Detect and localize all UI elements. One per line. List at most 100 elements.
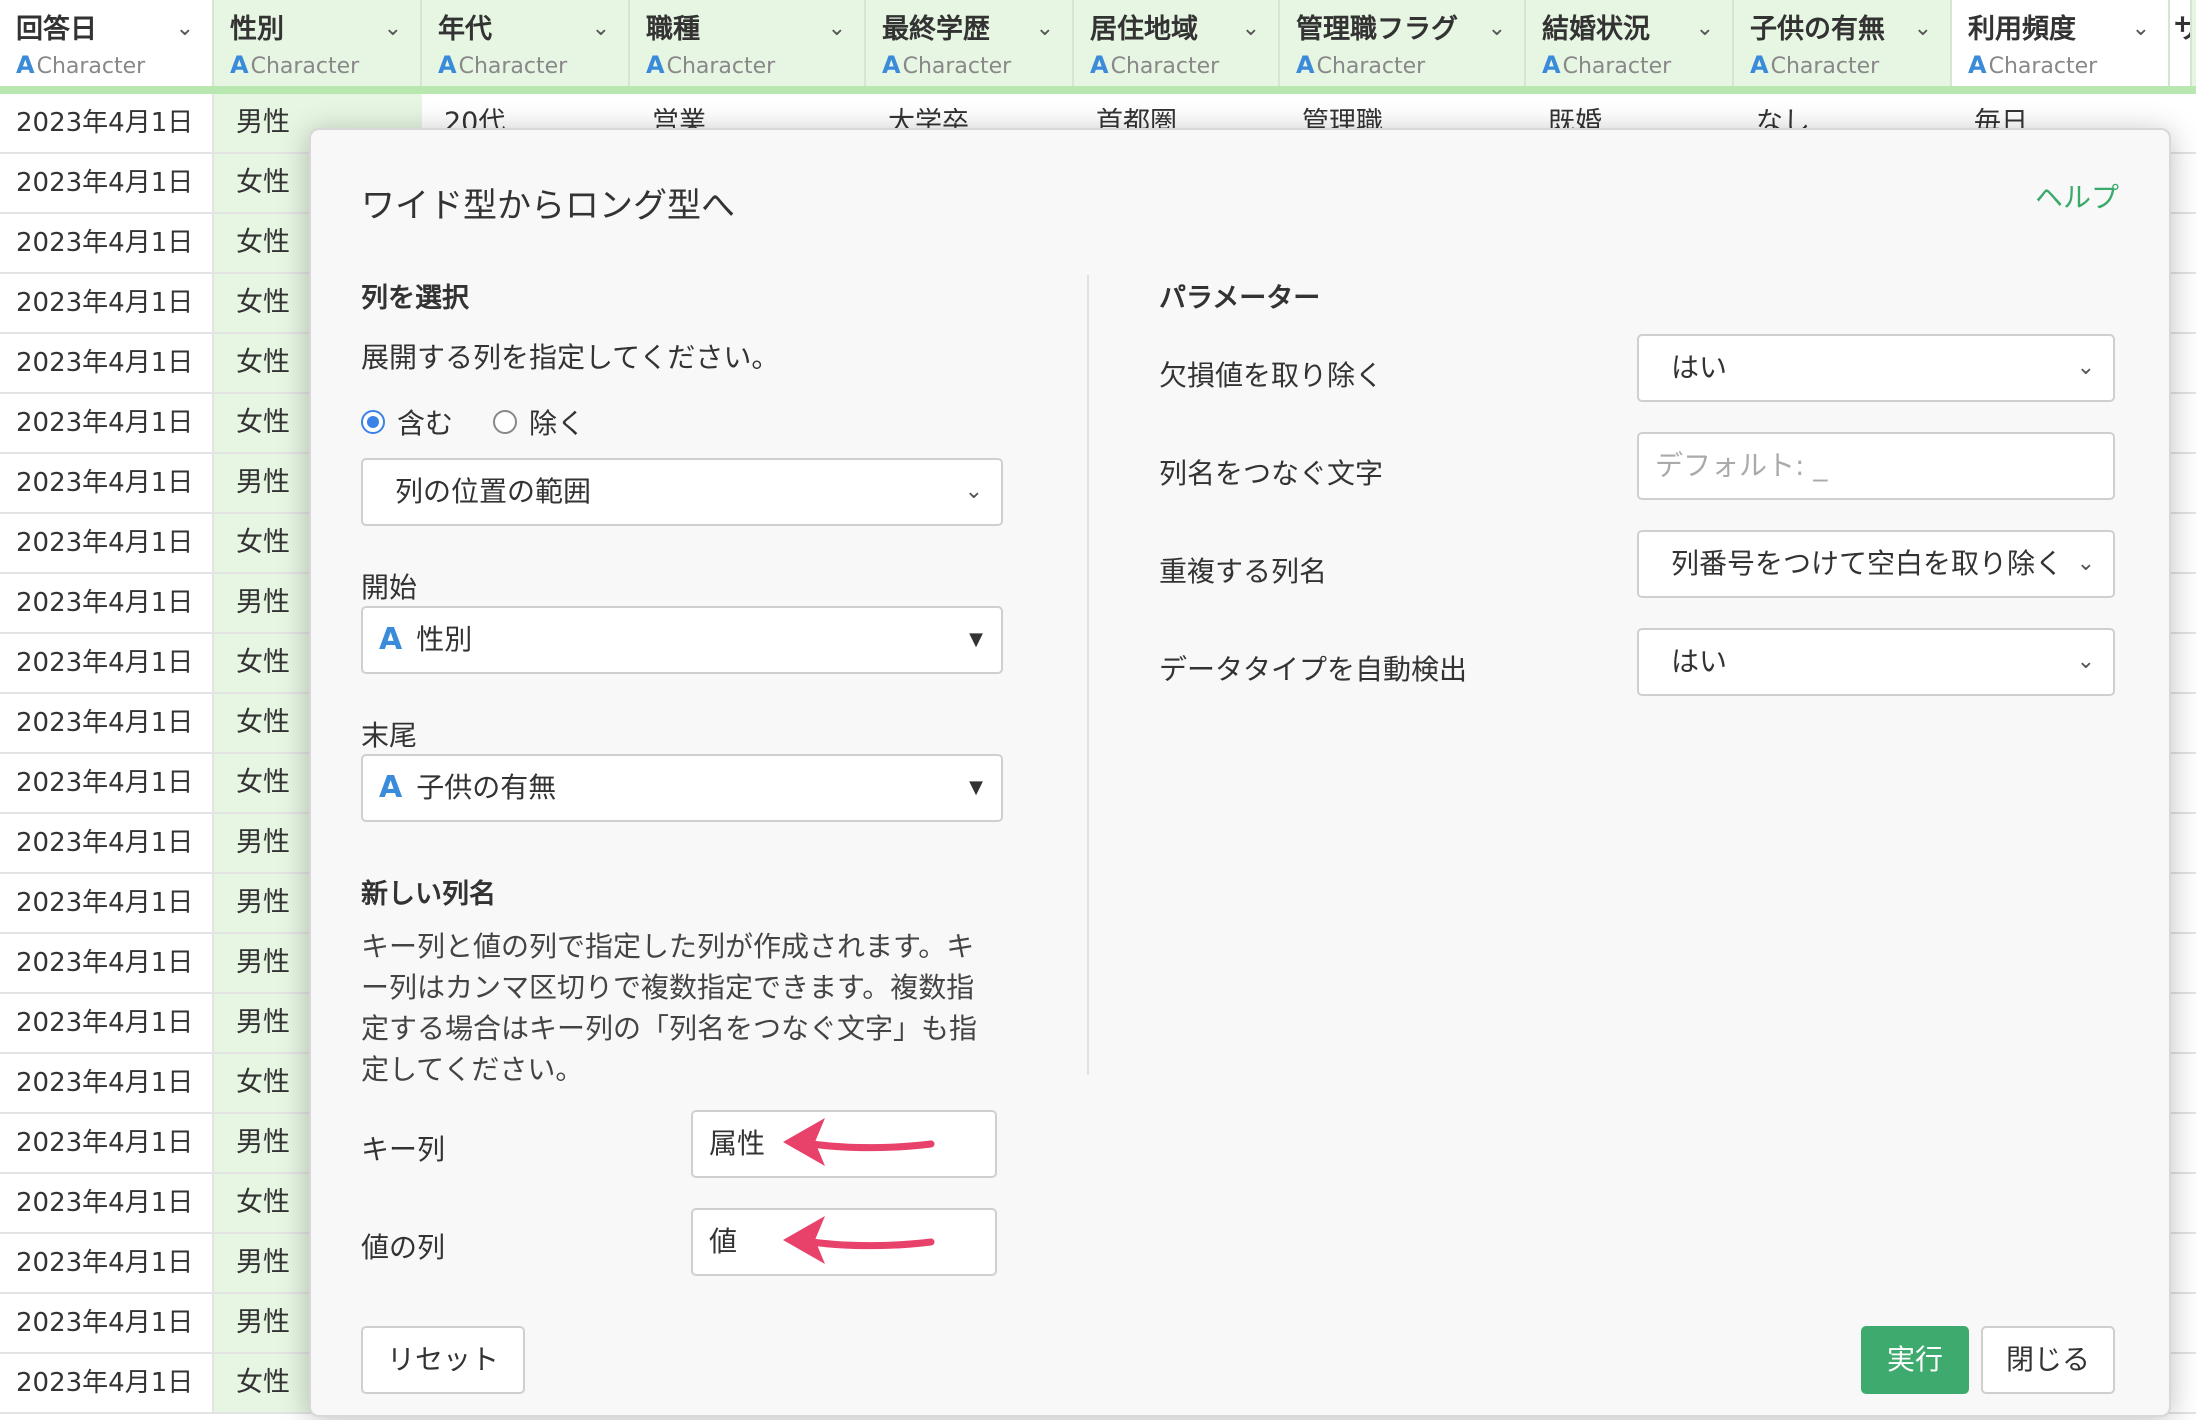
column-header-row: 回答日 ACharacter ⌄ 性別 ACharacter ⌄ 年代 ACha… xyxy=(0,0,2196,94)
column-header-children[interactable]: 子供の有無 ACharacter ⌄ xyxy=(1734,0,1952,86)
new-columns-heading: 新しい列名 xyxy=(361,879,496,910)
cell-date[interactable]: 2023年4月1日 xyxy=(0,574,214,632)
column-selection-mode-select[interactable]: 列の位置の範囲 ⌄ xyxy=(361,458,1003,526)
character-type-icon: A xyxy=(1542,51,1561,79)
selected-value: 子供の有無 xyxy=(416,771,557,804)
include-radio-label[interactable]: 含む xyxy=(397,402,453,442)
cell-date[interactable]: 2023年4月1日 xyxy=(0,814,214,872)
column-header-gender[interactable]: 性別 ACharacter ⌄ xyxy=(214,0,422,86)
column-type: ACharacter xyxy=(882,51,1012,79)
column-header-job[interactable]: 職種 ACharacter ⌄ xyxy=(630,0,866,86)
cell-date[interactable]: 2023年4月1日 xyxy=(0,514,214,572)
column-header-education[interactable]: 最終学歴 ACharacter ⌄ xyxy=(866,0,1074,86)
column-type: ACharacter xyxy=(1750,51,1880,79)
remove-na-label: 欠損値を取り除く xyxy=(1159,359,1384,392)
cell-date[interactable]: 2023年4月1日 xyxy=(0,934,214,992)
dialog-title: ワイド型からロング型へ xyxy=(361,186,735,226)
character-type-icon: A xyxy=(646,51,665,79)
duplicate-names-select[interactable]: 列番号をつけて空白を取り除く ⌄ xyxy=(1637,530,2115,598)
cell-date[interactable]: 2023年4月1日 xyxy=(0,334,214,392)
cell-date[interactable]: 2023年4月1日 xyxy=(0,994,214,1052)
chevron-down-icon[interactable]: ⌄ xyxy=(592,16,610,41)
column-header-frequency[interactable]: 利用頻度 ACharacter ⌄ xyxy=(1952,0,2170,86)
character-type-icon: A xyxy=(379,622,403,657)
run-button[interactable]: 実行 xyxy=(1861,1326,1969,1394)
character-type-icon: A xyxy=(882,51,901,79)
cell-date[interactable]: 2023年4月1日 xyxy=(0,454,214,512)
help-link[interactable]: ヘルプ xyxy=(2035,176,2119,216)
cell-date[interactable]: 2023年4月1日 xyxy=(0,1174,214,1232)
column-name: 回答日 xyxy=(16,14,97,45)
column-type: ACharacter xyxy=(1296,51,1426,79)
start-column-select[interactable]: A 性別 ▼ xyxy=(361,606,1003,674)
cell-date[interactable]: 2023年4月1日 xyxy=(0,1294,214,1352)
selected-value: 性別 xyxy=(416,623,473,656)
detect-type-label: データタイプを自動検出 xyxy=(1159,653,1468,686)
selected-value: はい xyxy=(1671,645,1728,678)
cell-date[interactable]: 2023年4月1日 xyxy=(0,1354,214,1412)
character-type-icon: A xyxy=(379,770,403,805)
chevron-down-icon[interactable]: ⌄ xyxy=(384,16,402,41)
cell-date[interactable]: 2023年4月1日 xyxy=(0,694,214,752)
cell-date[interactable]: 2023年4月1日 xyxy=(0,394,214,452)
column-header-answer-date[interactable]: 回答日 ACharacter ⌄ xyxy=(0,0,214,86)
chevron-down-icon[interactable]: ⌄ xyxy=(1036,16,1054,41)
character-type-icon: A xyxy=(438,51,457,79)
chevron-down-icon[interactable]: ⌄ xyxy=(1696,16,1714,41)
column-header-age[interactable]: 年代 ACharacter ⌄ xyxy=(422,0,630,86)
selected-value: 列番号をつけて空白を取り除く xyxy=(1671,547,2064,580)
cell-date[interactable]: 2023年4月1日 xyxy=(0,874,214,932)
chevron-down-icon[interactable]: ⌄ xyxy=(828,16,846,41)
cell-date[interactable]: 2023年4月1日 xyxy=(0,754,214,812)
chevron-down-icon[interactable]: ⌄ xyxy=(176,16,194,41)
column-divider xyxy=(1087,275,1089,1075)
selected-value: 列の位置の範囲 xyxy=(395,475,592,508)
cell-date[interactable]: 2023年4月1日 xyxy=(0,1054,214,1112)
caret-down-icon: ▼ xyxy=(969,777,983,798)
column-name: 性別 xyxy=(230,14,284,45)
chevron-down-icon[interactable]: ⌄ xyxy=(1914,16,1932,41)
chevron-down-icon[interactable]: ⌄ xyxy=(1242,16,1260,41)
value-column-label: 値の列 xyxy=(361,1231,446,1264)
detect-type-select[interactable]: はい ⌄ xyxy=(1637,628,2115,696)
parameters-heading: パラメーター xyxy=(1159,283,1321,314)
cell-date[interactable]: 2023年4月1日 xyxy=(0,154,214,212)
chevron-down-icon: ⌄ xyxy=(2076,649,2095,674)
chevron-down-icon[interactable]: ⌄ xyxy=(2132,16,2150,41)
include-exclude-radio-group: 含む 除く xyxy=(361,402,625,442)
column-header-manager-flag[interactable]: 管理職フラグ ACharacter ⌄ xyxy=(1280,0,1526,86)
column-type: ACharacter xyxy=(646,51,776,79)
separator-input[interactable]: デフォルト: _ xyxy=(1637,432,2115,500)
cell-date[interactable]: 2023年4月1日 xyxy=(0,634,214,692)
include-radio[interactable] xyxy=(361,410,385,434)
cell-date[interactable]: 2023年4月1日 xyxy=(0,94,214,152)
character-type-icon: A xyxy=(1968,51,1987,79)
column-name: 職種 xyxy=(646,14,700,45)
character-type-icon: A xyxy=(230,51,249,79)
column-header-partial[interactable]: サ xyxy=(2170,0,2192,86)
reset-button[interactable]: リセット xyxy=(361,1326,525,1394)
end-label: 末尾 xyxy=(361,719,418,752)
character-type-icon: A xyxy=(1296,51,1315,79)
column-type: ACharacter xyxy=(16,51,146,79)
chevron-down-icon[interactable]: ⌄ xyxy=(1488,16,1506,41)
cell-date[interactable]: 2023年4月1日 xyxy=(0,214,214,272)
column-name: サ xyxy=(2174,8,2190,52)
column-name: 最終学歴 xyxy=(882,14,990,45)
remove-na-select[interactable]: はい ⌄ xyxy=(1637,334,2115,402)
annotation-arrow-key xyxy=(783,1118,935,1166)
caret-down-icon: ▼ xyxy=(969,629,983,650)
cell-date[interactable]: 2023年4月1日 xyxy=(0,1114,214,1172)
annotation-arrow-value xyxy=(783,1216,935,1264)
column-header-marital[interactable]: 結婚状況 ACharacter ⌄ xyxy=(1526,0,1734,86)
selected-value: はい xyxy=(1671,351,1728,384)
close-button[interactable]: 閉じる xyxy=(1981,1326,2115,1394)
column-type: ACharacter xyxy=(438,51,568,79)
column-name: 管理職フラグ xyxy=(1296,14,1458,45)
exclude-radio[interactable] xyxy=(493,410,518,434)
cell-date[interactable]: 2023年4月1日 xyxy=(0,274,214,332)
column-header-region[interactable]: 居住地域 ACharacter ⌄ xyxy=(1074,0,1280,86)
exclude-radio-label[interactable]: 除く xyxy=(529,402,585,442)
end-column-select[interactable]: A 子供の有無 ▼ xyxy=(361,754,1003,822)
cell-date[interactable]: 2023年4月1日 xyxy=(0,1234,214,1292)
